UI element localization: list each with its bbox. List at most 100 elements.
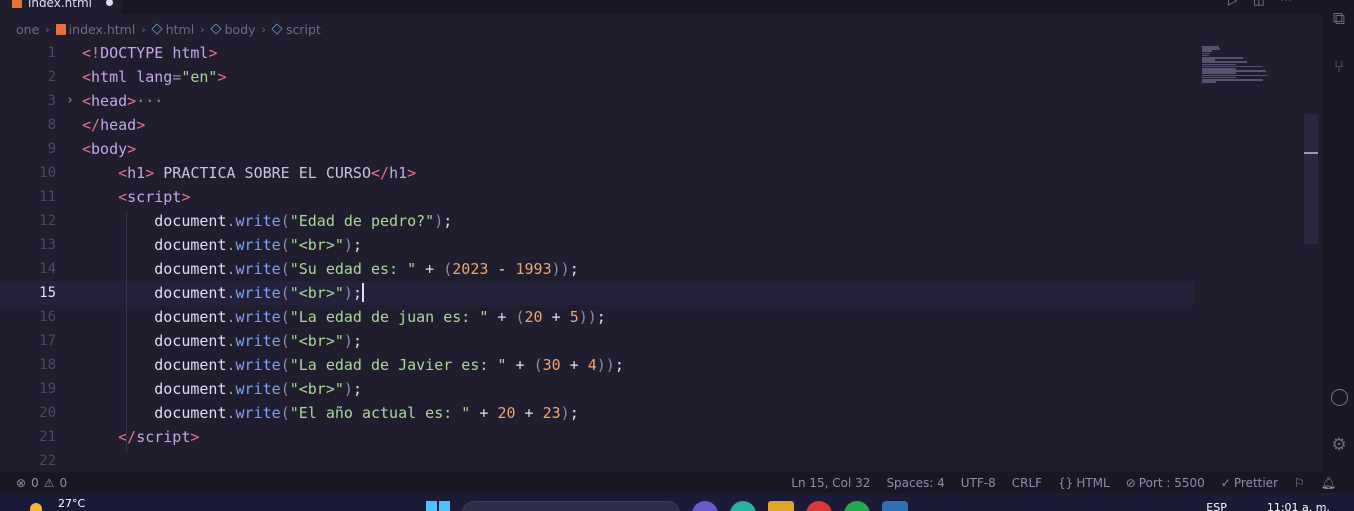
gear-icon[interactable]: ⚙ [1330,436,1348,454]
weather-widget[interactable]: 27°C [30,497,85,511]
code-token: write [235,308,281,326]
live-server-port[interactable]: ⊘ Port : 5500 [1126,476,1205,490]
code-line[interactable]: 16 document.write("La edad de juan es: "… [0,305,1194,329]
split-editor-icon[interactable]: ◫ [1253,0,1264,7]
app-icon[interactable] [730,501,756,511]
prettier-status[interactable]: ✓ Prettier [1221,476,1278,490]
code-token: "La edad de Javier es: " [289,356,507,374]
code-token: ( [443,260,453,278]
line-number[interactable]: 11 [0,185,56,209]
code-line[interactable]: 10 <h1> PRACTICA SOBRE EL CURSO</h1> [0,161,1194,185]
code-token: lang [136,68,173,86]
line-number[interactable]: 16 [0,305,56,329]
code-editor[interactable]: 1 <!DOCTYPE html> 2 <html lang="en"> 3 › <head… [0,44,1322,472]
code-line[interactable]: 18 document.write("La edad de Javier es:… [0,353,1194,377]
code-line[interactable]: 9 <body> [0,137,1194,161]
code-token: "Su edad es: " [289,260,417,278]
activity-bar: ⧉ ⑂ ◯ ⚙ [1322,0,1354,472]
indentation[interactable]: Spaces: 4 [886,476,944,490]
code-token: . [226,284,236,302]
code-token: . [226,212,236,230]
line-number[interactable]: 9 [0,137,56,161]
code-line[interactable]: 1 <!DOCTYPE html> [0,44,1194,65]
problems-indicator[interactable]: ⊗ 0 ⚠ 0 [16,476,67,490]
code-token: . [226,260,236,278]
line-number[interactable]: 17 [0,329,56,353]
end-of-line[interactable]: CRLF [1012,476,1042,490]
code-token: "La edad de juan es: " [289,308,489,326]
code-line[interactable]: 8 </head> [0,113,1194,137]
line-number[interactable]: 21 [0,425,56,449]
minimap-line [1202,81,1217,83]
breadcrumb-folder[interactable]: one [16,22,39,37]
encoding[interactable]: UTF-8 [961,476,996,490]
line-number[interactable]: 15 [0,281,56,305]
app-icon[interactable] [692,501,718,511]
vscode-icon[interactable] [882,501,908,511]
breadcrumb-body[interactable]: body [209,22,256,37]
file-explorer-icon[interactable] [768,501,794,511]
more-actions-icon[interactable]: ··· [1281,0,1292,7]
line-number[interactable]: 13 [0,233,56,257]
taskbar-search-box[interactable] [462,501,680,511]
breadcrumb-script[interactable]: script [271,22,321,37]
unsaved-dot-icon[interactable] [105,0,113,6]
feedback-icon[interactable]: ⚐ [1294,476,1305,490]
fold-chevron-icon[interactable]: › [66,89,74,113]
error-count: 0 [31,475,39,490]
app-icon[interactable] [806,501,832,511]
line-number[interactable]: 20 [0,401,56,425]
code-line[interactable]: 13 document.write("<br>"); [0,233,1194,257]
line-code: <html lang="en"> [82,65,227,89]
braces-icon: {} [1058,475,1074,490]
line-number[interactable]: 10 [0,161,56,185]
breadcrumb-html[interactable]: html [151,21,195,37]
notifications-bell-icon[interactable]: 🔔︎ [1321,476,1336,490]
minimap[interactable] [1196,44,1286,472]
cursor-position[interactable]: Ln 15, Col 32 [791,476,870,490]
code-token: < [118,188,128,206]
scrollbar-thumb[interactable] [1304,114,1318,244]
code-line[interactable]: 14 document.write("Su edad es: " + (2023… [0,257,1194,281]
run-icon[interactable]: ▷ [1228,0,1237,7]
windows-start-icon[interactable] [426,501,450,511]
code-line[interactable]: 12 document.write("Edad de pedro?"); [0,209,1194,233]
line-number[interactable]: 8 [0,113,56,137]
code-line[interactable]: 19 document.write("<br>"); [0,377,1194,401]
code-line[interactable]: 21 </script> [0,425,1194,449]
extensions-icon[interactable]: ⧉ [1330,10,1348,28]
code-line[interactable]: 15 document.write("<br>"); [0,281,1194,305]
line-code: <body> [82,137,136,161]
line-number[interactable]: 1 [0,44,56,65]
source-control-icon[interactable]: ⑂ [1330,58,1348,76]
line-number[interactable]: 18 [0,353,56,377]
line-number[interactable]: 3 [0,89,56,113]
line-number[interactable]: 19 [0,377,56,401]
line-number[interactable]: 12 [0,209,56,233]
code-line[interactable]: 11 <script> [0,185,1194,209]
code-token: + [560,356,588,374]
clock[interactable]: 11:01 a. m. [1267,501,1330,511]
code-line[interactable]: 2 <html lang="en"> [0,65,1194,89]
app-icon[interactable] [844,501,870,511]
code-line[interactable]: 17 document.write("<br>"); [0,329,1194,353]
breadcrumb-file[interactable]: index.html [55,22,135,37]
code-token: document [154,308,227,326]
code-token: )) [551,260,570,278]
code-line[interactable]: 3 › <head>··· [0,89,1194,113]
input-language[interactable]: ESP [1206,501,1227,511]
code-line[interactable]: 20 document.write("El año actual es: " +… [0,401,1194,425]
tab-index-html[interactable]: index.html [0,0,122,14]
vertical-scrollbar[interactable] [1304,44,1318,472]
language-mode[interactable]: {} HTML [1058,476,1110,490]
code-line[interactable]: 22 [0,449,1194,472]
line-number[interactable]: 22 [0,449,56,472]
temperature: 27°C [58,497,86,510]
html5-file-icon [55,23,66,35]
account-icon[interactable]: ◯ [1330,388,1349,406]
line-number[interactable]: 14 [0,257,56,281]
line-number[interactable]: 2 [0,65,56,89]
breadcrumb-html-label: html [165,21,195,37]
text-cursor [361,283,364,302]
